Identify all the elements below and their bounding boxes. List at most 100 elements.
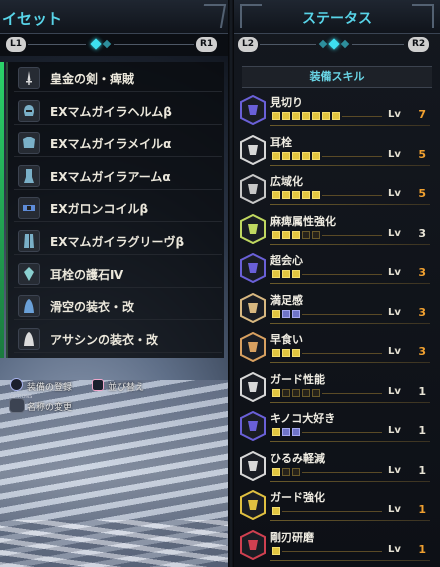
skill-level-value: 1 xyxy=(418,384,426,398)
level-track xyxy=(302,353,382,354)
skill-jewel-icon xyxy=(240,173,266,205)
level-track xyxy=(302,432,382,433)
skill-underline xyxy=(270,243,430,245)
equipment-panel-title: イセット xyxy=(2,10,63,28)
level-pip xyxy=(272,349,280,357)
equipment-row[interactable]: 滑空の装衣・改 xyxy=(14,292,222,321)
equipment-name: アサシンの装衣・改 xyxy=(50,332,159,347)
l1-button[interactable]: L1 xyxy=(6,37,26,52)
level-pip xyxy=(282,191,290,199)
skill-level-value: 5 xyxy=(418,147,426,161)
level-pip xyxy=(312,191,320,199)
square-button-icon xyxy=(92,379,104,391)
sword-icon xyxy=(18,67,40,89)
level-pip xyxy=(292,230,300,239)
level-pip xyxy=(302,230,310,239)
equipment-row[interactable]: EXマムガイラヘルムβ xyxy=(14,97,222,125)
triangle-button-icon xyxy=(10,378,23,391)
level-track xyxy=(322,155,382,157)
level-pip xyxy=(312,388,320,397)
level-pip xyxy=(332,112,340,120)
skill-row[interactable]: 超会心 Lv 3 xyxy=(234,250,440,288)
skill-row[interactable]: 耳栓 Lv 5 xyxy=(234,132,440,170)
skill-row[interactable]: 早食い Lv 3 xyxy=(234,329,440,367)
skill-row[interactable]: ガード性能 Lv 1 xyxy=(234,369,440,407)
level-pip xyxy=(282,230,290,239)
options-button-icon xyxy=(9,398,25,413)
level-pip xyxy=(292,309,300,318)
equipment-row[interactable]: 皇金の剣・痺賊 xyxy=(14,64,222,92)
arm-icon xyxy=(18,164,40,187)
r2-button[interactable]: R2 xyxy=(408,37,430,52)
skill-jewel-icon xyxy=(240,371,266,402)
equipment-row[interactable]: EXマムガイラメイルα xyxy=(14,129,222,158)
level-pip xyxy=(302,191,310,199)
skill-underline xyxy=(270,401,430,403)
nav-line-left xyxy=(28,44,86,45)
skill-jewel-icon xyxy=(240,213,266,244)
sort-hint[interactable]: 並び替え xyxy=(108,380,144,393)
level-pip xyxy=(282,270,290,278)
level-pip xyxy=(272,230,280,239)
equipment-name: 滑空の装衣・改 xyxy=(50,300,135,315)
level-track xyxy=(302,274,382,275)
leg-icon xyxy=(18,230,40,252)
skill-jewel-icon xyxy=(240,252,266,284)
chest-icon xyxy=(18,132,40,155)
equipment-name: 皇金の剣・痺賊 xyxy=(50,72,135,86)
page-dot-icon xyxy=(318,39,328,49)
skill-row[interactable]: キノコ大好き Lv 1 xyxy=(234,408,440,446)
status-panel-title: ステータス xyxy=(302,11,372,27)
level-prefix: Lv xyxy=(388,464,401,476)
equipment-panel-header: イセット xyxy=(0,0,228,34)
level-pip xyxy=(292,270,300,278)
level-pip xyxy=(272,388,280,397)
level-prefix: Lv xyxy=(388,504,401,515)
skill-name: ひるみ軽減 xyxy=(270,451,325,465)
level-pip xyxy=(282,467,290,476)
level-track xyxy=(342,116,382,117)
skill-jewel-icon xyxy=(240,489,266,521)
equipment-row[interactable]: アサシンの装衣・改 xyxy=(14,325,222,353)
corner-ornament-right-icon xyxy=(412,4,434,28)
r1-button[interactable]: R1 xyxy=(196,37,218,52)
skill-level-value: 1 xyxy=(418,463,426,477)
skill-row[interactable]: 麻痺属性強化 Lv 3 xyxy=(234,211,440,249)
skill-row[interactable]: 剛刃研磨 Lv 1 xyxy=(234,527,440,565)
equipment-page-nav: L1 R1 xyxy=(0,34,228,56)
status-panel-header: ステータス xyxy=(234,0,440,34)
level-pip xyxy=(272,112,280,120)
rename-hint[interactable]: 名称の変更 xyxy=(27,400,72,413)
level-pip xyxy=(272,309,280,318)
level-pip xyxy=(302,151,310,160)
level-pip xyxy=(312,230,320,239)
equipment-row[interactable]: EXガロンコイルβ xyxy=(14,194,222,223)
level-pip xyxy=(302,112,310,120)
skill-row[interactable]: 広域化 Lv 5 xyxy=(234,171,440,209)
options-button-label: OPTIONS xyxy=(10,394,33,400)
skill-underline xyxy=(270,125,430,126)
skill-row[interactable]: 見切り Lv 7 xyxy=(234,92,440,130)
skill-underline xyxy=(270,204,430,205)
skill-name: キノコ大好き xyxy=(270,412,336,425)
equipment-row[interactable]: EXマムガイラグリーヴβ xyxy=(14,227,222,255)
level-pip xyxy=(292,349,300,357)
level-pip xyxy=(292,112,300,120)
level-track xyxy=(322,392,382,394)
skill-level-value: 1 xyxy=(418,542,426,556)
level-pip xyxy=(282,388,290,397)
skill-name: 見切り xyxy=(270,96,303,109)
level-track xyxy=(282,511,382,512)
equipment-row[interactable]: EXマムガイラアームα xyxy=(14,162,222,190)
register-hint[interactable]: 装備の登録 xyxy=(27,380,72,393)
nav-line-left xyxy=(260,44,316,45)
equipment-row[interactable]: 耳栓の護石Ⅳ xyxy=(14,260,222,288)
equipment-name: EXマムガイラアームα xyxy=(50,169,171,184)
skill-row[interactable]: ひるみ軽減 Lv 1 xyxy=(234,448,440,486)
control-hints: 装備の登録 並び替え 名称の変更 xyxy=(0,372,230,416)
l2-button[interactable]: L2 xyxy=(238,37,258,52)
skill-row[interactable]: ガード強化 Lv 1 xyxy=(234,487,440,525)
level-pip xyxy=(282,349,290,357)
skill-level-value: 1 xyxy=(418,424,426,437)
skill-row[interactable]: 満足感 Lv 3 xyxy=(234,290,440,328)
